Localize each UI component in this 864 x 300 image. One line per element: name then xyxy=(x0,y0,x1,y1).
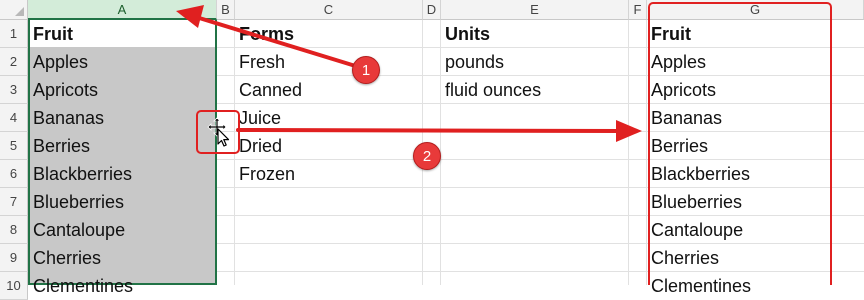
arrow-2-head xyxy=(616,120,642,142)
move-cursor-icon xyxy=(207,117,230,147)
step-badge-2: 2 xyxy=(413,142,441,170)
arrow-2-shaft xyxy=(236,128,622,133)
arrow-1-shaft xyxy=(194,15,364,70)
step-badge-1: 1 xyxy=(352,56,380,84)
arrow-1-head xyxy=(176,5,204,28)
destination-highlight-box xyxy=(648,2,832,285)
